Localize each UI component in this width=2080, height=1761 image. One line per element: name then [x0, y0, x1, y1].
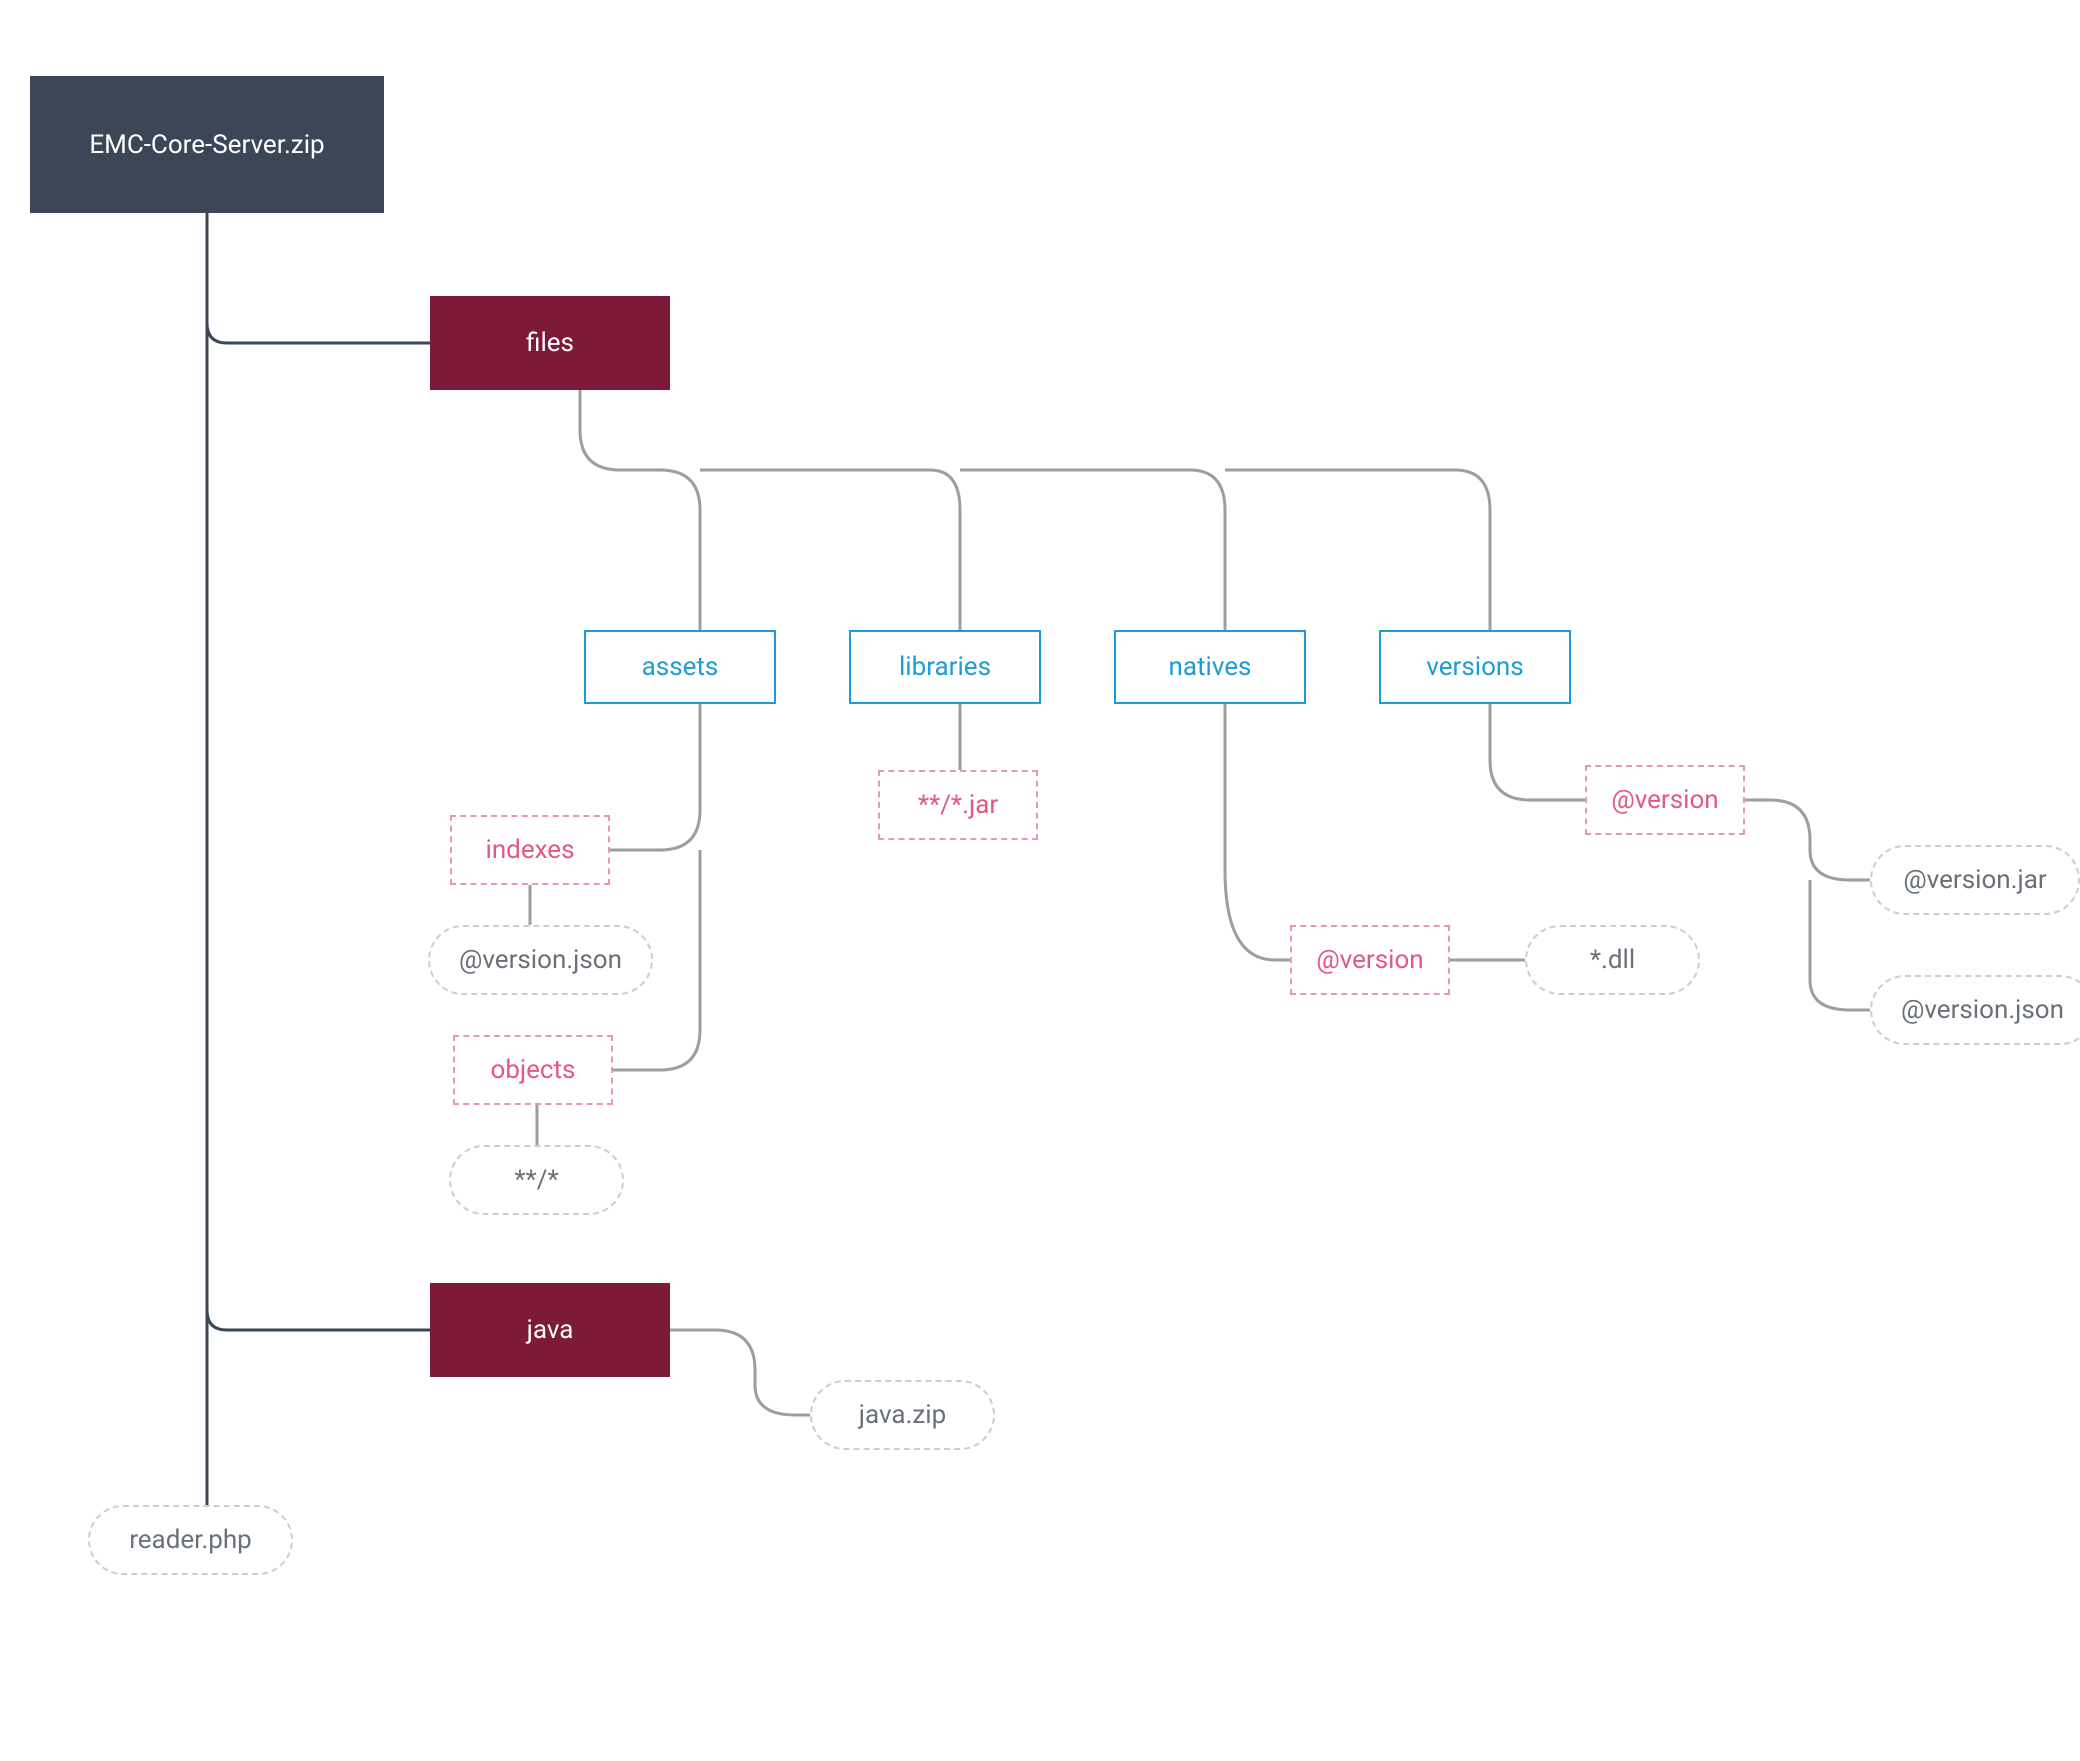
- versions-jar-label: @version.jar: [1903, 865, 2046, 895]
- java-zip-label: java.zip: [859, 1400, 946, 1430]
- objects-label: objects: [491, 1055, 576, 1085]
- natives-version-node: @version: [1290, 925, 1450, 995]
- versions-json-node: @version.json: [1870, 975, 2080, 1045]
- natives-dll-label: *.dll: [1590, 945, 1635, 975]
- natives-node: natives: [1114, 630, 1306, 704]
- natives-label: natives: [1169, 652, 1252, 682]
- java-zip-node: java.zip: [810, 1380, 995, 1450]
- objects-node: objects: [453, 1035, 613, 1105]
- files-node: files: [430, 296, 670, 390]
- files-label: files: [526, 328, 574, 358]
- natives-version-label: @version: [1316, 945, 1423, 975]
- versions-node: versions: [1379, 630, 1571, 704]
- objects-file-label: **/*: [514, 1165, 558, 1195]
- objects-file-node: **/*: [449, 1145, 624, 1215]
- indexes-label: indexes: [486, 835, 575, 865]
- reader-label: reader.php: [129, 1525, 252, 1555]
- indexes-file-node: @version.json: [428, 925, 653, 995]
- java-node: java: [430, 1283, 670, 1377]
- versions-version-node: @version: [1585, 765, 1745, 835]
- libraries-file-label: **/*.jar: [918, 790, 998, 820]
- java-label: java: [527, 1315, 574, 1345]
- versions-jar-node: @version.jar: [1870, 845, 2080, 915]
- natives-dll-node: *.dll: [1525, 925, 1700, 995]
- libraries-file-node: **/*.jar: [878, 770, 1038, 840]
- root-node: EMC-Core-Server.zip: [30, 76, 384, 213]
- versions-label: versions: [1426, 652, 1523, 682]
- assets-node: assets: [584, 630, 776, 704]
- indexes-file-label: @version.json: [459, 945, 622, 975]
- root-label: EMC-Core-Server.zip: [89, 130, 324, 160]
- libraries-label: libraries: [899, 652, 991, 682]
- assets-label: assets: [642, 652, 719, 682]
- versions-version-label: @version: [1611, 785, 1718, 815]
- connectors: [0, 0, 2080, 1761]
- versions-json-label: @version.json: [1901, 995, 2064, 1025]
- indexes-node: indexes: [450, 815, 610, 885]
- reader-node: reader.php: [88, 1505, 293, 1575]
- libraries-node: libraries: [849, 630, 1041, 704]
